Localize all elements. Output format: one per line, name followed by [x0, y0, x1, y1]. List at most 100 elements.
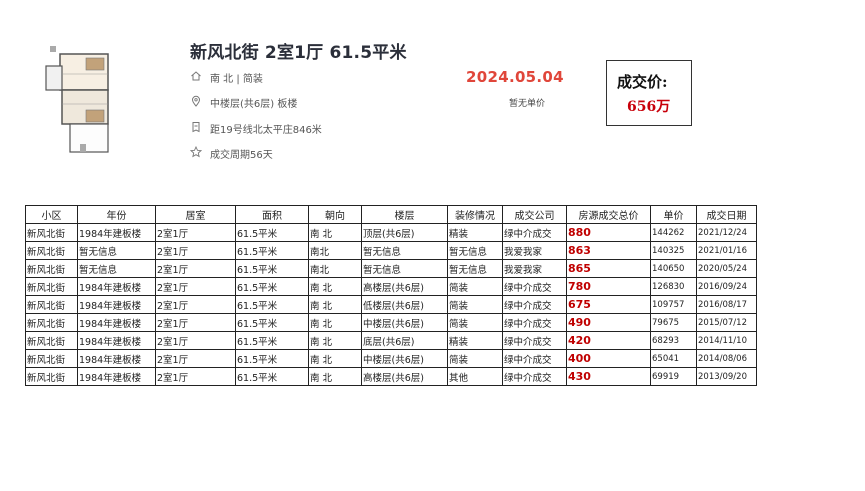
orientation-cell: 南 北 [308, 295, 362, 314]
layout-cell: 2室1厅 [155, 259, 236, 278]
community-cell: 新风北街 [25, 223, 78, 242]
subway-icon [190, 121, 202, 136]
transaction-table: 小区 年份 居室 面积 朝向 楼层 装修情况 成交公司 房源成交总价 单价 成交… [25, 205, 757, 386]
decoration-cell: 简装 [447, 295, 503, 314]
orientation-cell: 南 北 [308, 277, 362, 296]
year-cell: 1984年建板楼 [77, 331, 156, 350]
layout-cell: 2室1厅 [155, 241, 236, 260]
price-cell: 400 [566, 349, 651, 368]
orientation-cell: 南 北 [308, 223, 362, 242]
year-cell: 暂无信息 [77, 241, 156, 260]
date-cell: 2016/08/17 [696, 295, 757, 314]
unit-price-cell: 140650 [650, 259, 697, 278]
layout-cell: 2室1厅 [155, 313, 236, 332]
price-cell: 780 [566, 277, 651, 296]
year-cell: 1984年建板楼 [77, 349, 156, 368]
floor-cell: 中楼层(共6层) [361, 349, 448, 368]
floor-plan-image [40, 44, 120, 156]
orientation-cell: 南 北 [308, 313, 362, 332]
floor-cell: 高楼层(共6层) [361, 367, 448, 386]
header-cell: 居室 [155, 205, 236, 224]
floor-cell: 低楼层(共6层) [361, 295, 448, 314]
area-cell: 61.5平米 [235, 349, 309, 368]
table-row: 新风北街 1984年建板楼 2室1厅 61.5平米南 北高楼层(共6层) 简装 绿中介成交… [25, 277, 757, 296]
unit-price-cell: 140325 [650, 241, 697, 260]
date-cell: 2014/11/10 [696, 331, 757, 350]
date-cell: 2021/12/24 [696, 223, 757, 242]
layout-cell: 2室1厅 [155, 277, 236, 296]
deal-date: 2024.05.04 [466, 68, 564, 86]
decoration-cell: 暂无信息 [447, 241, 503, 260]
header-cell: 成交日期 [696, 205, 757, 224]
date-cell: 2016/09/24 [696, 277, 757, 296]
header-cell: 成交公司 [502, 205, 567, 224]
unit-price: 暂无单价 [509, 99, 546, 109]
year-cell: 1984年建板楼 [77, 223, 156, 242]
orientation-cell: 南 北 [308, 349, 362, 368]
deal-price-label: 成交价: [617, 73, 668, 91]
floor-text: 中楼层(共6层) 板楼 [210, 99, 298, 110]
agency-cell: 绿中介成交 [502, 295, 567, 314]
star-icon [189, 145, 203, 161]
year-cell: 1984年建板楼 [77, 277, 156, 296]
area-cell: 61.5平米 [235, 277, 309, 296]
header-cell: 房源成交总价 [566, 205, 651, 224]
price-cell: 430 [566, 367, 651, 386]
unit-price-cell: 65041 [650, 349, 697, 368]
listing-title: 新风北街 2室1厅 61.5平米 [190, 43, 407, 63]
floor-cell: 中楼层(共6层) [361, 313, 448, 332]
community-cell: 新风北街 [25, 277, 78, 296]
decoration-cell: 简装 [447, 313, 503, 332]
table-row: 新风北街 1984年建板楼 2室1厅 61.5平米南 北中楼层(共6层) 简装 绿中介成交… [25, 349, 757, 368]
deal-price-value: 656万 [627, 99, 671, 115]
layout-cell: 2室1厅 [155, 349, 236, 368]
year-cell: 暂无信息 [77, 259, 156, 278]
unit-price-cell: 69919 [650, 367, 697, 386]
layout-cell: 2室1厅 [155, 367, 236, 386]
area-cell: 61.5平米 [235, 295, 309, 314]
table-row: 新风北街 1984年建板楼 2室1厅 61.5平米南 北顶层(共6层) 精装 绿中介成交 8… [25, 223, 757, 242]
agency-cell: 绿中介成交 [502, 313, 567, 332]
date-cell: 2014/08/06 [696, 349, 757, 368]
orientation-row: 南 北 | 简装 [190, 70, 263, 85]
orientation-cell: 南北 [308, 259, 362, 278]
year-cell: 1984年建板楼 [77, 367, 156, 386]
header-cell: 单价 [650, 205, 697, 224]
header-cell: 楼层 [361, 205, 448, 224]
community-cell: 新风北街 [25, 259, 78, 278]
orientation-cell: 南 北 [308, 367, 362, 386]
community-cell: 新风北街 [25, 241, 78, 260]
layout-cell: 2室1厅 [155, 295, 236, 314]
unit-price-cell: 144262 [650, 223, 697, 242]
price-cell: 863 [566, 241, 651, 260]
header-cell: 朝向 [308, 205, 362, 224]
floor-cell: 暂无信息 [361, 241, 448, 260]
decoration-cell: 精装 [447, 223, 503, 242]
table-row: 新风北街 暂无信息 2室1厅 61.5平米 南北 暂无信息 暂无信息 我爱我家 863 140… [25, 241, 757, 260]
table-header-row: 小区 年份 居室 面积 朝向 楼层 装修情况 成交公司 房源成交总价 单价 成交… [25, 205, 757, 224]
header-cell: 装修情况 [447, 205, 503, 224]
unit-price-cell: 126830 [650, 277, 697, 296]
decoration-cell: 简装 [447, 349, 503, 368]
year-cell: 1984年建板楼 [77, 313, 156, 332]
price-cell: 420 [566, 331, 651, 350]
date-cell: 2013/09/20 [696, 367, 757, 386]
agency-cell: 我爱我家 [502, 241, 567, 260]
area-cell: 61.5平米 [235, 241, 309, 260]
floor-cell: 底层(共6层) [361, 331, 448, 350]
deal-price-box: 成交价: 656万 [606, 60, 692, 126]
table-row: 新风北街 1984年建板楼 2室1厅 61.5平米南 北底层(共6层) 精装 绿中介成交 4… [25, 331, 757, 350]
cycle-row: 成交周期56天 [189, 145, 273, 161]
agency-cell: 绿中介成交 [502, 277, 567, 296]
floor-cell: 暂无信息 [361, 259, 448, 278]
decoration-cell: 暂无信息 [447, 259, 503, 278]
subway-text: 距19号线北太平庄846米 [210, 125, 322, 136]
cycle-text: 成交周期56天 [210, 150, 273, 161]
location-icon [190, 95, 202, 110]
area-cell: 61.5平米 [235, 223, 309, 242]
area-cell: 61.5平米 [235, 259, 309, 278]
table-row: 新风北街 1984年建板楼 2室1厅 61.5平米南 北中楼层(共6层) 简装 绿中介成交… [25, 313, 757, 332]
subway-row: 距19号线北太平庄846米 [190, 121, 322, 136]
date-cell: 2020/05/24 [696, 259, 757, 278]
header-cell: 小区 [25, 205, 78, 224]
